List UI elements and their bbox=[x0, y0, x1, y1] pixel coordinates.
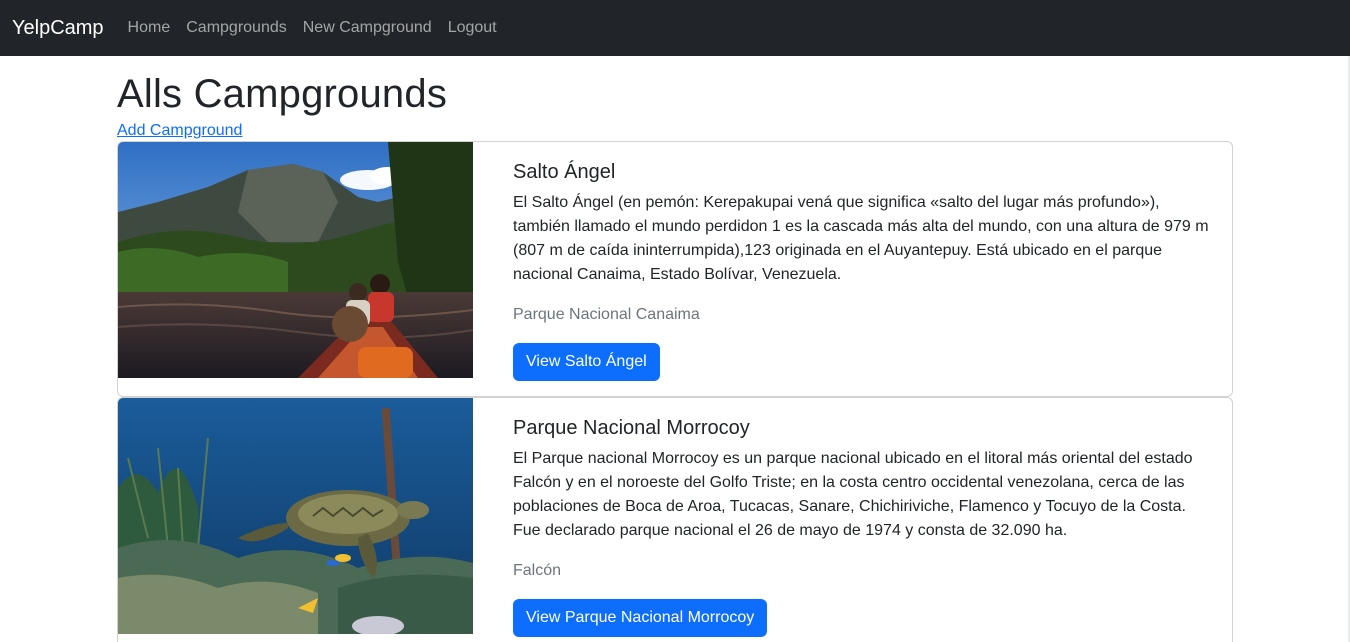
campground-card: Salto Ángel El Salto Ángel (en pemón: Ke… bbox=[117, 141, 1233, 397]
campground-description: El Parque nacional Morrocoy es un parque… bbox=[513, 450, 1193, 539]
view-campground-button[interactable]: View Parque Nacional Morrocoy bbox=[513, 599, 768, 637]
nav-link-new-campground[interactable]: New Campground bbox=[303, 19, 432, 37]
campground-card: Parque Nacional Morrocoy El Parque nacio… bbox=[117, 397, 1233, 642]
brand-logo[interactable]: YelpCamp bbox=[12, 17, 104, 40]
page-title: Alls Campgrounds bbox=[117, 72, 448, 116]
campground-title: Parque Nacional Morrocoy bbox=[513, 417, 750, 439]
main-container: Alls Campgrounds Add Campground Salto Án… bbox=[117, 56, 1233, 642]
add-campground-link[interactable]: Add Campground bbox=[117, 121, 242, 141]
campground-description: El Salto Ángel (en pemón: Kerepakupai ve… bbox=[513, 194, 1209, 283]
campground-title: Salto Ángel bbox=[513, 161, 616, 183]
view-campground-button[interactable]: View Salto Ángel bbox=[513, 343, 660, 381]
campground-location: Falcón bbox=[513, 562, 562, 579]
nav-link-campgrounds[interactable]: Campgrounds bbox=[186, 19, 287, 37]
navbar: YelpCamp Home Campgrounds New Campground… bbox=[0, 0, 1350, 56]
nav-link-home[interactable]: Home bbox=[128, 19, 171, 37]
campground-image bbox=[118, 142, 473, 378]
campground-image bbox=[118, 398, 473, 634]
nav-link-logout[interactable]: Logout bbox=[448, 19, 497, 37]
campground-card-body: Parque Nacional Morrocoy El Parque nacio… bbox=[473, 398, 1232, 642]
campground-card-body: Salto Ángel El Salto Ángel (en pemón: Ke… bbox=[473, 142, 1232, 396]
campground-location: Parque Nacional Canaima bbox=[513, 306, 700, 323]
